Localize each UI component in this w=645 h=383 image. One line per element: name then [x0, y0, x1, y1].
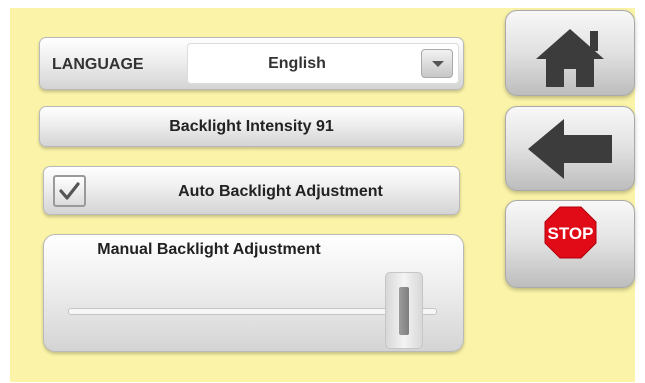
auto-backlight-row[interactable]: Auto Backlight Adjustment [43, 166, 460, 215]
auto-backlight-checkbox[interactable] [53, 175, 86, 207]
language-dropdown-button[interactable] [421, 49, 453, 78]
settings-screen: LANGUAGE English Backlight Intensity 91 … [10, 8, 635, 382]
stop-button[interactable]: STOP [505, 200, 635, 288]
checkmark-icon [59, 182, 80, 200]
auto-backlight-label: Auto Backlight Adjustment [178, 183, 383, 200]
backlight-slider-thumb[interactable] [385, 272, 423, 349]
back-button[interactable] [505, 106, 635, 191]
backlight-intensity-display: Backlight Intensity 91 [39, 106, 464, 147]
home-button[interactable] [505, 10, 635, 96]
backlight-slider-track[interactable] [68, 308, 437, 315]
language-label: LANGUAGE [52, 56, 144, 73]
language-select[interactable]: English [187, 43, 459, 84]
chevron-down-icon [432, 61, 444, 67]
manual-backlight-panel: Manual Backlight Adjustment [43, 234, 464, 352]
back-arrow-icon [528, 119, 612, 179]
backlight-intensity-value: 91 [315, 117, 334, 135]
language-row: LANGUAGE English [39, 37, 464, 90]
stop-label: STOP [548, 224, 594, 243]
home-icon [536, 29, 604, 87]
slider-grip [399, 287, 409, 335]
language-value: English [268, 55, 326, 72]
stop-sign-icon: STOP [544, 206, 597, 259]
backlight-intensity-label: Backlight Intensity [169, 117, 312, 135]
manual-backlight-label: Manual Backlight Adjustment [97, 241, 321, 258]
